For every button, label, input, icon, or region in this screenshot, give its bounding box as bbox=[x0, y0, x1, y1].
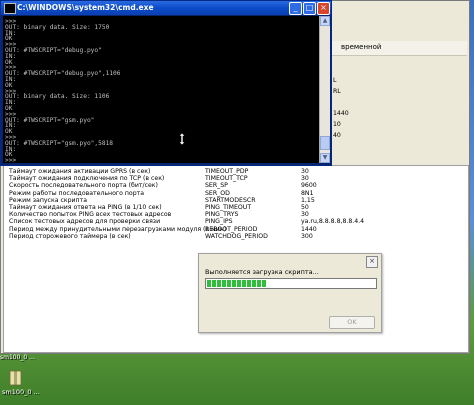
param-name: WATCHDOG_PERIOD bbox=[205, 232, 268, 240]
side-value: RL bbox=[333, 88, 341, 95]
ok-button[interactable]: OK bbox=[329, 316, 375, 329]
progress-fill bbox=[207, 280, 267, 287]
desktop-icon-label[interactable]: sm100_0 ... bbox=[2, 388, 40, 396]
progress-segment bbox=[242, 280, 246, 287]
scroll-up-icon[interactable]: ▲ bbox=[320, 16, 330, 26]
maximize-button[interactable]: □ bbox=[303, 2, 316, 15]
param-description: Период сторожевого таймера (в сек) bbox=[9, 232, 131, 240]
console-line: OUT: binary data. Size: 1750 bbox=[5, 23, 110, 31]
console-icon bbox=[4, 3, 16, 14]
console-scrollbar[interactable]: ▲ ▼ bbox=[319, 16, 330, 163]
side-value: 1440 bbox=[333, 110, 349, 117]
console-line: OUT: #TWSCRIPT="debug.pyo" bbox=[5, 47, 102, 54]
minimize-button[interactable]: _ bbox=[289, 2, 302, 15]
side-value: L bbox=[333, 77, 337, 84]
progress-segment bbox=[247, 280, 251, 287]
dialog-close-button[interactable]: × bbox=[366, 256, 378, 268]
close-button[interactable]: × bbox=[317, 2, 330, 15]
column-header: временной bbox=[341, 43, 382, 51]
progress-segment bbox=[217, 280, 221, 287]
progress-segment bbox=[257, 280, 261, 287]
winzip-file-icon[interactable] bbox=[8, 370, 24, 386]
console-line: OUT: #TWSCRIPT="gsm.pyo",5818 bbox=[5, 139, 114, 147]
console-title: C:\WINDOWS\system32\cmd.exe bbox=[17, 3, 154, 12]
progress-segment bbox=[237, 280, 241, 287]
console-output[interactable]: >>> OUT: binary data. Size: 1750 IN: OK >>> O… bbox=[3, 16, 319, 163]
progress-segment bbox=[252, 280, 256, 287]
console-line: OUT: #TWSCRIPT="debug.pyo",1106 bbox=[5, 70, 121, 78]
console-line: OUT: binary data. Size: 1106 bbox=[5, 93, 110, 101]
console-titlebar[interactable]: C:\WINDOWS\system32\cmd.exe _ □ × bbox=[1, 1, 331, 15]
console-line: >>> bbox=[5, 157, 17, 163]
side-value: 10 bbox=[333, 121, 341, 128]
progress-bar bbox=[205, 278, 377, 289]
console-window[interactable]: C:\WINDOWS\system32\cmd.exe _ □ × >>> OUT… bbox=[0, 0, 332, 166]
scroll-down-icon[interactable]: ▼ bbox=[320, 153, 330, 163]
side-value: 40 bbox=[333, 132, 341, 139]
resize-cursor-icon bbox=[179, 133, 185, 145]
progress-segment bbox=[222, 280, 226, 287]
console-line: OUT: #TWSCRIPT="gsm.pyo" bbox=[5, 116, 95, 124]
progress-segment bbox=[227, 280, 231, 287]
progress-segment bbox=[212, 280, 216, 287]
param-value: 300 bbox=[301, 232, 313, 240]
progress-segment bbox=[262, 280, 266, 287]
scroll-thumb[interactable] bbox=[320, 136, 330, 150]
progress-segment bbox=[207, 280, 211, 287]
desktop-caption: sm100_0 ... bbox=[0, 354, 35, 361]
dialog-message: Выполняется загрузка скрипта... bbox=[205, 268, 319, 276]
upload-progress-dialog: × Выполняется загрузка скрипта... OK bbox=[198, 253, 382, 333]
progress-segment bbox=[232, 280, 236, 287]
